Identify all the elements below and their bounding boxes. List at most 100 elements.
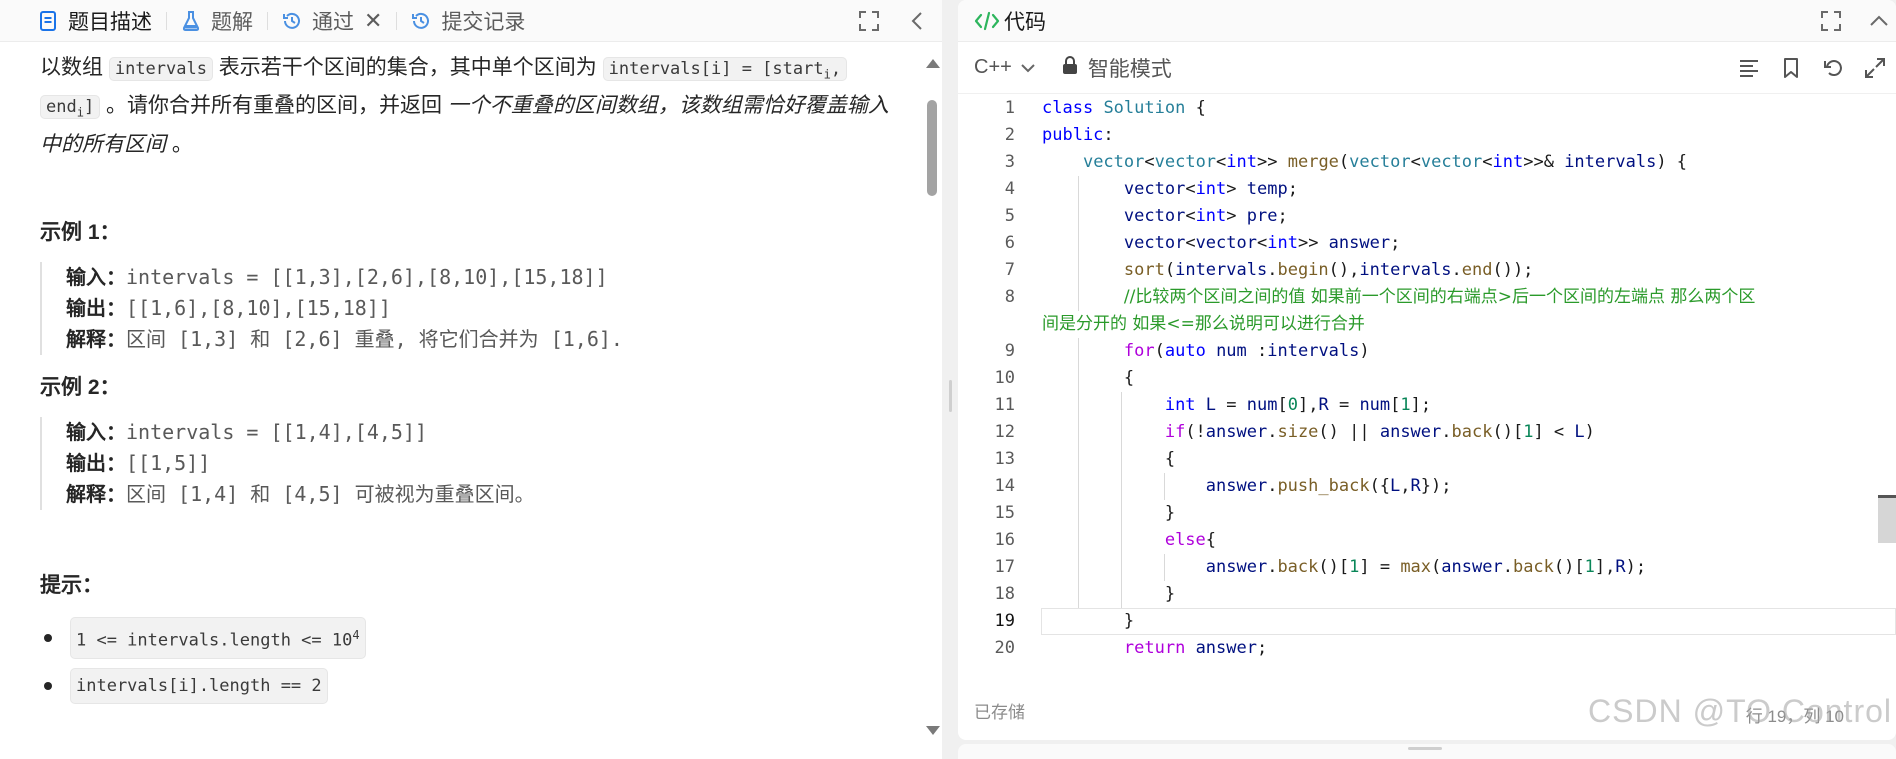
code-panel: 代码 C++ 智能模式 1 class Solution {2 public:… [958, 0, 1896, 740]
scroll-up-icon[interactable] [926, 59, 940, 68]
code-text: { [1042, 449, 1176, 469]
example-explanation: 区间 [1,4] 和 [4,5] 可被视为重叠区间。 [126, 481, 535, 506]
list-item: 1 <= intervals.length <= 104 [40, 614, 900, 662]
inline-code: intervals [108, 57, 213, 81]
example-input: intervals = [[1,3],[2,6],[8,10],[15,18]] [126, 264, 608, 289]
tab-divider [396, 11, 398, 30]
code-line[interactable]: 7 sort(intervals.begin(),intervals.end()… [958, 257, 1896, 284]
code-line[interactable]: 17 answer.back()[1] = max(answer.back()[… [958, 554, 1896, 581]
line-number: 5 [1004, 206, 1015, 226]
problem-panel: 题目描述 题解 通过 ✕ 提交记录 以数组 intervals 表示若干个区间的… [0, 0, 942, 759]
panel-resize-handle[interactable] [1408, 747, 1442, 750]
example-label: 解释： [66, 483, 126, 506]
tab-solution-label: 题解 [211, 10, 253, 34]
line-number: 12 [994, 422, 1015, 442]
code-line[interactable]: 5 vector<int> pre; [958, 203, 1896, 230]
undo-icon[interactable] [1820, 55, 1846, 81]
example-1-title: 示例 1： [40, 220, 121, 244]
code-line[interactable]: 8 //比较两个区间之间的值 如果前一个区间的右端点>后一个区间的左端点 那么两… [958, 284, 1896, 311]
align-left-icon[interactable] [1736, 55, 1762, 81]
tab-passed[interactable]: 通过 ✕ [280, 0, 394, 42]
maximize-icon[interactable] [1862, 55, 1888, 81]
line-number: 15 [994, 503, 1015, 523]
expand-icon[interactable] [1818, 8, 1844, 34]
language-select[interactable]: C++ [974, 56, 1036, 79]
editor-tools [1720, 42, 1888, 94]
code-line[interactable]: 18 } [958, 581, 1896, 608]
code-line[interactable]: 13 { [958, 446, 1896, 473]
code-line[interactable]: 20 return answer; [958, 635, 1896, 662]
problem-tabs: 题目描述 题解 通过 ✕ 提交记录 [0, 0, 942, 42]
tab-description[interactable]: 题目描述 [36, 0, 164, 42]
line-number: 13 [994, 449, 1015, 469]
console-panel-collapsed [958, 744, 1896, 759]
line-number: 18 [994, 584, 1015, 604]
code-line-current[interactable]: 19 } [995, 608, 1896, 635]
code-line[interactable]: 14 answer.push_back({L,R}); [958, 473, 1896, 500]
code-line[interactable]: 10 { [958, 365, 1896, 392]
code-line[interactable]: 1 class Solution { [958, 95, 1896, 122]
line-number: 20 [994, 638, 1015, 658]
line-number: 4 [1004, 179, 1015, 199]
code-text: public: [1042, 125, 1114, 145]
problem-scrollbar[interactable] [924, 55, 940, 745]
code-line[interactable]: 16 else{ [958, 527, 1896, 554]
code-panel-header: 代码 [958, 0, 1896, 42]
tab-submissions[interactable]: 提交记录 [409, 0, 537, 42]
inline-code: intervals[i].length == 2 [70, 667, 328, 704]
expand-icon[interactable] [856, 8, 882, 34]
watermark: CSDN @TO Control [1588, 693, 1892, 729]
code-text: ] [83, 97, 95, 118]
code-scrollbar[interactable] [1876, 95, 1896, 675]
code-line[interactable]: 11 int L = num[0],R = num[1]; [958, 392, 1896, 419]
code-text: for(auto num :intervals) [1123, 341, 1370, 361]
tab-solution[interactable]: 题解 [179, 0, 265, 42]
line-number: 7 [1004, 260, 1015, 280]
code-line[interactable]: 9 for(auto num :intervals) [958, 338, 1896, 365]
bookmark-icon[interactable] [1778, 55, 1804, 81]
line-number: 16 [994, 530, 1015, 550]
code-text: //比较两个区间之间的值 如果前一个区间的右端点>后一个区间的左端点 那么两个区 [1123, 287, 1756, 307]
code-text: end [46, 97, 77, 118]
history-icon [409, 9, 433, 33]
editor-mode[interactable]: 智能模式 [1062, 53, 1172, 83]
code-text: answer.back()[1] = max(answer.back()[1],… [1205, 557, 1647, 577]
example-output: [[1,6],[8,10],[15,18]] [126, 295, 391, 320]
chevron-up-icon[interactable] [1866, 8, 1892, 34]
code-brackets-icon [974, 9, 1004, 33]
flask-icon [179, 9, 203, 33]
editor-toolbar: C++ 智能模式 [958, 42, 1896, 94]
example-2-block: 输入：intervals = [[1,4],[4,5]] 输出：[[1,5]] … [40, 416, 900, 510]
line-number: 8 [1004, 287, 1015, 307]
code-line-wrap[interactable]: 间是分开的 如果<=那么说明可以进行合并 [958, 311, 1896, 338]
code-line[interactable]: 15 } [958, 500, 1896, 527]
code-panel-tools [1796, 0, 1892, 42]
scrollbar-thumb[interactable] [927, 100, 937, 196]
code-text: int L = num[0],R = num[1]; [1164, 395, 1432, 415]
code-line[interactable]: 12 if(!answer.size() || answer.back()[1]… [958, 419, 1896, 446]
code-line[interactable]: 2 public: [958, 122, 1896, 149]
panel-resize-handle[interactable] [949, 380, 952, 412]
inline-code: intervals[i] = [starti, [602, 57, 848, 81]
language-label: C++ [974, 56, 1012, 78]
code-line[interactable]: 3 vector<vector<int>> merge(vector<vecto… [958, 149, 1896, 176]
statement-text: 。 [166, 132, 193, 156]
scroll-down-icon[interactable] [926, 726, 940, 735]
list-item: intervals[i].length == 2 [40, 662, 900, 710]
code-editor[interactable]: 1 class Solution { 2 public: 3 vector<vect… [958, 95, 1896, 675]
scrollbar-thumb[interactable] [1878, 498, 1896, 543]
line-number: 17 [994, 557, 1015, 577]
example-input: intervals = [[1,4],[4,5]] [126, 419, 428, 444]
code-text: else{ [1164, 530, 1217, 550]
document-icon [36, 9, 60, 33]
example-2-title: 示例 2： [40, 375, 121, 399]
code-panel-title: 代码 [1004, 10, 1046, 34]
example-output: [[1,5]] [126, 450, 211, 475]
line-number: 2 [1004, 125, 1015, 145]
tab-description-label: 题目描述 [68, 10, 152, 34]
code-line[interactable]: 6 vector<vector<int>> answer; [958, 230, 1896, 257]
close-icon[interactable]: ✕ [364, 8, 382, 34]
chevron-left-icon[interactable] [904, 8, 930, 34]
code-line[interactable]: 4 vector<int> temp; [958, 176, 1896, 203]
hint-list: 1 <= intervals.length <= 104 intervals[i… [40, 614, 900, 710]
